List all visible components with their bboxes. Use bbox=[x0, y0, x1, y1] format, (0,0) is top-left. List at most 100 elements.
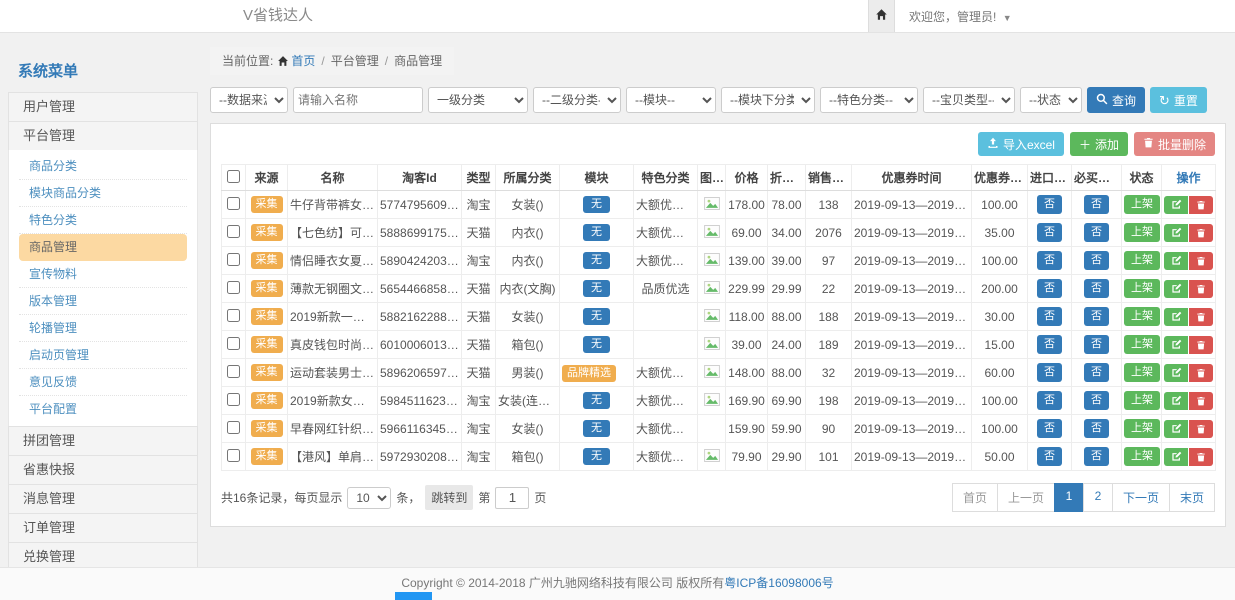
row-checkbox[interactable] bbox=[227, 253, 240, 266]
filter-select-7[interactable]: --宝贝类型-- bbox=[923, 87, 1015, 113]
status-button[interactable]: 上架 bbox=[1124, 223, 1160, 242]
import-select-toggle[interactable]: 否 bbox=[1037, 335, 1062, 354]
filter-select-8[interactable]: --状态-- bbox=[1020, 87, 1082, 113]
sidebar-item[interactable]: 版本管理 bbox=[19, 288, 187, 315]
must-buy-toggle[interactable]: 否 bbox=[1084, 419, 1109, 438]
edit-button[interactable] bbox=[1164, 252, 1188, 270]
status-button[interactable]: 上架 bbox=[1124, 195, 1160, 214]
edit-button[interactable] bbox=[1164, 280, 1188, 298]
edit-button[interactable] bbox=[1164, 364, 1188, 382]
delete-button[interactable] bbox=[1189, 364, 1213, 382]
import-select-toggle[interactable]: 否 bbox=[1037, 419, 1062, 438]
sidebar-item[interactable]: 模块商品分类 bbox=[19, 180, 187, 207]
row-checkbox[interactable] bbox=[227, 393, 240, 406]
edit-button[interactable] bbox=[1164, 224, 1188, 242]
user-menu[interactable]: 欢迎您，管理员! ▼ bbox=[909, 8, 1012, 25]
must-buy-toggle[interactable]: 否 bbox=[1084, 251, 1109, 270]
filter-select-3[interactable]: --二级分类-- bbox=[533, 87, 621, 113]
status-button[interactable]: 上架 bbox=[1124, 447, 1160, 466]
row-checkbox[interactable] bbox=[227, 337, 240, 350]
filter-select-4[interactable]: --模块-- bbox=[626, 87, 716, 113]
page-button-末页[interactable]: 末页 bbox=[1169, 483, 1215, 512]
page-number-input[interactable] bbox=[495, 487, 529, 509]
sidebar-group-4[interactable]: 消息管理 bbox=[8, 484, 198, 514]
jump-button[interactable]: 跳转到 bbox=[425, 485, 473, 510]
row-checkbox[interactable] bbox=[227, 449, 240, 462]
import-select-toggle[interactable]: 否 bbox=[1037, 447, 1062, 466]
delete-button[interactable] bbox=[1189, 196, 1213, 214]
edit-button[interactable] bbox=[1164, 196, 1188, 214]
filter-select-6[interactable]: --特色分类-- bbox=[820, 87, 918, 113]
import-select-toggle[interactable]: 否 bbox=[1037, 251, 1062, 270]
edit-button[interactable] bbox=[1164, 448, 1188, 466]
sidebar-item[interactable]: 平台配置 bbox=[19, 396, 187, 423]
row-checkbox[interactable] bbox=[227, 281, 240, 294]
filter-select-2[interactable]: 一级分类 bbox=[428, 87, 528, 113]
import-select-toggle[interactable]: 否 bbox=[1037, 391, 1062, 410]
delete-button[interactable] bbox=[1189, 252, 1213, 270]
sidebar-item[interactable]: 启动页管理 bbox=[19, 342, 187, 369]
must-buy-toggle[interactable]: 否 bbox=[1084, 363, 1109, 382]
must-buy-toggle[interactable]: 否 bbox=[1084, 223, 1109, 242]
home-button[interactable] bbox=[868, 0, 895, 32]
search-button[interactable]: 查询 bbox=[1087, 87, 1145, 113]
edit-button[interactable] bbox=[1164, 420, 1188, 438]
select-all-checkbox[interactable] bbox=[227, 170, 240, 183]
import-select-toggle[interactable]: 否 bbox=[1037, 363, 1062, 382]
filter-select-0[interactable]: --数据来源-- bbox=[210, 87, 288, 113]
row-checkbox[interactable] bbox=[227, 309, 240, 322]
must-buy-toggle[interactable]: 否 bbox=[1084, 195, 1109, 214]
batch-delete-button[interactable]: 批量删除 bbox=[1134, 132, 1215, 156]
sidebar-group-2[interactable]: 拼团管理 bbox=[8, 426, 198, 456]
must-buy-toggle[interactable]: 否 bbox=[1084, 391, 1109, 410]
edit-button[interactable] bbox=[1164, 336, 1188, 354]
row-checkbox[interactable] bbox=[227, 365, 240, 378]
sidebar-item[interactable]: 轮播管理 bbox=[19, 315, 187, 342]
sidebar-item[interactable]: 意见反馈 bbox=[19, 369, 187, 396]
sidebar-item[interactable]: 特色分类 bbox=[19, 207, 187, 234]
icp-link[interactable]: 粤ICP备16098006号 bbox=[724, 576, 833, 590]
import-select-toggle[interactable]: 否 bbox=[1037, 307, 1062, 326]
add-button[interactable]: ＋ 添加 bbox=[1070, 132, 1128, 156]
status-button[interactable]: 上架 bbox=[1124, 335, 1160, 354]
import-select-toggle[interactable]: 否 bbox=[1037, 279, 1062, 298]
import-excel-button[interactable]: 导入excel bbox=[978, 132, 1064, 156]
sidebar-group-5[interactable]: 订单管理 bbox=[8, 513, 198, 543]
page-button-首页[interactable]: 首页 bbox=[952, 483, 998, 512]
breadcrumb-item[interactable]: 首页 bbox=[291, 54, 315, 68]
edit-button[interactable] bbox=[1164, 308, 1188, 326]
status-button[interactable]: 上架 bbox=[1124, 279, 1160, 298]
page-button-2[interactable]: 2 bbox=[1083, 483, 1113, 512]
name-search-input[interactable] bbox=[293, 87, 423, 113]
sidebar-item[interactable]: 商品分类 bbox=[19, 153, 187, 180]
row-checkbox[interactable] bbox=[227, 225, 240, 238]
sidebar-group-6[interactable]: 兑换管理 bbox=[8, 542, 198, 567]
status-button[interactable]: 上架 bbox=[1124, 307, 1160, 326]
sidebar-group-3[interactable]: 省惠快报 bbox=[8, 455, 198, 485]
row-checkbox[interactable] bbox=[227, 421, 240, 434]
delete-button[interactable] bbox=[1189, 448, 1213, 466]
page-button-上一页[interactable]: 上一页 bbox=[997, 483, 1055, 512]
delete-button[interactable] bbox=[1189, 224, 1213, 242]
must-buy-toggle[interactable]: 否 bbox=[1084, 307, 1109, 326]
import-select-toggle[interactable]: 否 bbox=[1037, 223, 1062, 242]
delete-button[interactable] bbox=[1189, 280, 1213, 298]
must-buy-toggle[interactable]: 否 bbox=[1084, 447, 1109, 466]
filter-select-5[interactable]: --模块下分类-- bbox=[721, 87, 815, 113]
delete-button[interactable] bbox=[1189, 308, 1213, 326]
sidebar-item[interactable]: 商品管理 bbox=[19, 234, 187, 261]
page-button-下一页[interactable]: 下一页 bbox=[1112, 483, 1170, 512]
status-button[interactable]: 上架 bbox=[1124, 391, 1160, 410]
delete-button[interactable] bbox=[1189, 336, 1213, 354]
status-button[interactable]: 上架 bbox=[1124, 251, 1160, 270]
edit-button[interactable] bbox=[1164, 392, 1188, 410]
sidebar-group-0[interactable]: 用户管理 bbox=[8, 92, 198, 122]
sidebar-item[interactable]: 宣传物料 bbox=[19, 261, 187, 288]
status-button[interactable]: 上架 bbox=[1124, 419, 1160, 438]
delete-button[interactable] bbox=[1189, 392, 1213, 410]
must-buy-toggle[interactable]: 否 bbox=[1084, 279, 1109, 298]
page-button-1[interactable]: 1 bbox=[1054, 483, 1084, 512]
import-select-toggle[interactable]: 否 bbox=[1037, 195, 1062, 214]
row-checkbox[interactable] bbox=[227, 197, 240, 210]
must-buy-toggle[interactable]: 否 bbox=[1084, 335, 1109, 354]
